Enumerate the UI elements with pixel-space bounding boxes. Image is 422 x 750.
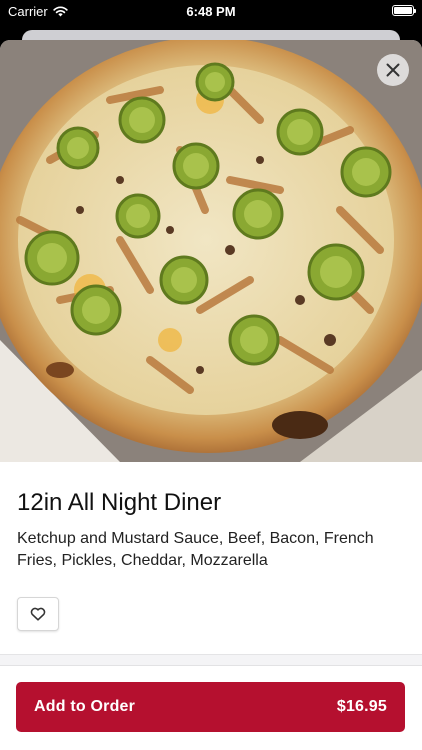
close-button[interactable]	[377, 54, 409, 86]
item-description: Ketchup and Mustard Sauce, Beef, Bacon, …	[17, 530, 374, 569]
item-detail-sheet: 12in All Night Diner Ketchup and Mustard…	[0, 40, 422, 750]
favorite-button[interactable]	[17, 597, 59, 631]
item-title: 12in All Night Diner	[17, 489, 222, 516]
item-image	[0, 40, 422, 462]
battery-icon	[392, 5, 416, 16]
pizza-photo	[0, 40, 422, 462]
order-price: $16.95	[336, 698, 387, 715]
item-details: 12in All Night Diner Ketchup and Mustard…	[0, 462, 422, 631]
close-icon	[386, 63, 400, 77]
status-bar: Carrier 6:48 PM	[0, 0, 422, 22]
add-to-order-button[interactable]: Add to Order $16.95	[16, 682, 405, 732]
bottom-bar: Add to Order $16.95	[0, 665, 422, 750]
screen: Carrier 6:48 PM 12in All Night Diner Ket…	[0, 0, 422, 750]
status-time: 6:48 PM	[186, 4, 236, 19]
heart-icon	[30, 607, 46, 621]
add-to-order-label: Add to Order	[34, 698, 136, 715]
